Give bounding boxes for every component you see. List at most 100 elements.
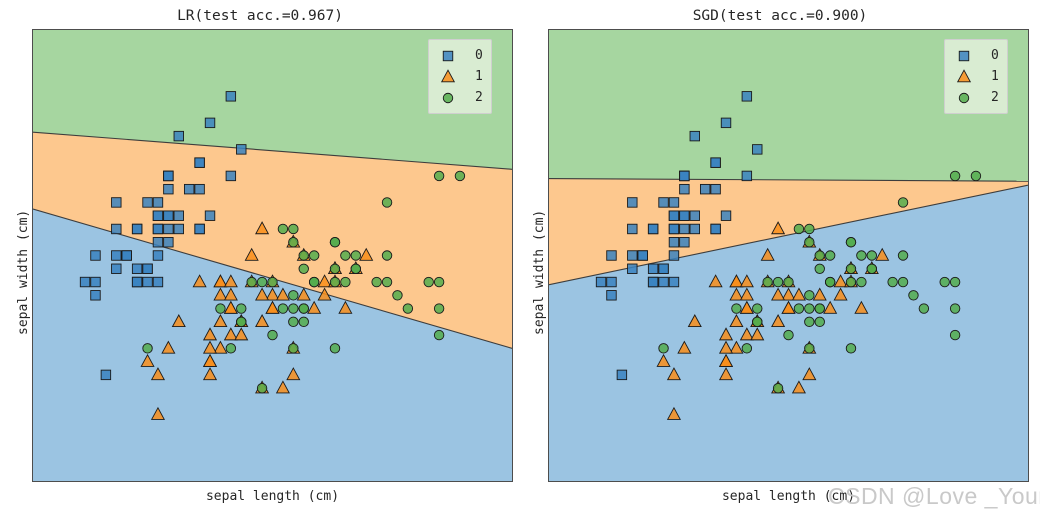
legend-entry-2[interactable]: 2 <box>951 87 999 108</box>
legend-sgd[interactable]: 0 1 2 <box>944 39 1008 114</box>
circle-marker <box>225 343 237 354</box>
circle-marker <box>752 303 763 314</box>
circle-marker <box>423 276 434 288</box>
legend-label: 2 <box>475 90 483 105</box>
square-marker <box>951 48 977 64</box>
subplot-sgd: SGD(test acc.=0.900) sepal width (cm) se… <box>520 0 1040 520</box>
square-marker <box>142 263 153 274</box>
circle-marker <box>298 263 309 274</box>
square-marker <box>627 263 638 274</box>
circle-marker <box>824 276 836 288</box>
circle-marker <box>804 237 815 248</box>
legend-lr[interactable]: 0 1 2 <box>428 39 492 114</box>
legend-entry-2[interactable]: 2 <box>435 87 483 108</box>
square-marker <box>668 237 680 248</box>
square-marker <box>627 250 638 261</box>
circle-marker <box>256 382 268 394</box>
circle-marker <box>329 263 341 274</box>
circle-marker <box>433 276 445 288</box>
square-marker <box>163 237 174 248</box>
square-marker <box>194 223 205 235</box>
circle-marker <box>939 276 950 288</box>
circle-marker <box>381 250 393 261</box>
circle-marker <box>845 276 857 288</box>
circle-marker <box>856 276 867 288</box>
square-marker <box>627 223 638 235</box>
legend-entry-0[interactable]: 0 <box>951 45 999 66</box>
square-marker <box>173 130 184 142</box>
circle-marker <box>814 316 825 328</box>
square-marker <box>710 157 721 168</box>
square-marker <box>442 50 454 61</box>
circle-marker <box>308 250 320 261</box>
legend-label: 0 <box>475 48 483 63</box>
legend-entry-1[interactable]: 1 <box>951 66 999 87</box>
circle-marker <box>752 316 763 328</box>
square-marker <box>204 117 216 129</box>
circle-marker <box>804 223 815 235</box>
square-marker <box>710 223 721 235</box>
square-marker <box>606 276 617 288</box>
circle-marker <box>454 170 466 182</box>
square-marker <box>679 210 690 221</box>
circle-marker <box>814 263 825 274</box>
square-marker <box>435 48 461 64</box>
circle-marker <box>958 92 970 103</box>
square-marker <box>90 290 101 301</box>
circle-marker <box>814 250 825 261</box>
circle-marker <box>142 343 153 354</box>
square-marker <box>142 197 153 208</box>
watermark: CSDN @Love _YourSelf <box>828 483 1040 509</box>
circle-marker <box>298 303 309 314</box>
circle-marker <box>762 276 773 288</box>
triangle-marker <box>440 68 456 82</box>
circle-marker <box>918 303 930 314</box>
square-marker <box>79 276 91 288</box>
circle-marker <box>350 250 362 261</box>
legend-entry-1[interactable]: 1 <box>435 66 483 87</box>
triangle-marker <box>956 68 972 82</box>
square-marker <box>173 223 184 235</box>
circle-marker <box>845 343 857 354</box>
square-marker <box>679 237 690 248</box>
square-marker <box>152 223 164 235</box>
circle-marker <box>783 329 794 341</box>
square-marker <box>720 117 732 129</box>
circle-marker <box>433 303 445 314</box>
square-marker <box>131 223 143 235</box>
square-marker <box>152 210 164 221</box>
square-marker <box>710 183 721 195</box>
circle-marker <box>866 263 878 274</box>
legend-entry-0[interactable]: 0 <box>435 45 483 66</box>
square-marker <box>606 290 617 301</box>
x-axis-label-lr: sepal length (cm) <box>205 489 340 504</box>
square-marker <box>131 263 143 274</box>
legend-label: 0 <box>991 48 999 63</box>
square-marker <box>658 197 669 208</box>
circle-marker <box>793 223 805 235</box>
square-marker <box>627 197 638 208</box>
circle-marker <box>804 343 815 354</box>
circle-marker <box>298 316 309 328</box>
circle-marker <box>215 303 226 314</box>
circle-marker <box>288 316 299 328</box>
circle-marker <box>277 223 289 235</box>
square-marker <box>183 183 195 195</box>
circle-marker <box>949 303 961 314</box>
legend-label: 1 <box>991 69 999 84</box>
circle-marker <box>804 303 815 314</box>
circle-marker <box>402 303 414 314</box>
circle-marker <box>392 290 403 301</box>
square-marker <box>152 237 164 248</box>
circle-marker <box>340 250 351 261</box>
circle-marker <box>267 329 278 341</box>
circle-marker <box>256 276 268 288</box>
legend-label: 1 <box>475 69 483 84</box>
square-marker <box>741 91 753 102</box>
square-marker <box>689 130 700 142</box>
circle-marker <box>783 276 794 288</box>
square-marker <box>236 144 247 155</box>
square-marker <box>163 210 174 221</box>
circle-marker <box>824 250 836 261</box>
subplot-lr: LR(test acc.=0.967) sepal width (cm) sep… <box>0 0 520 520</box>
